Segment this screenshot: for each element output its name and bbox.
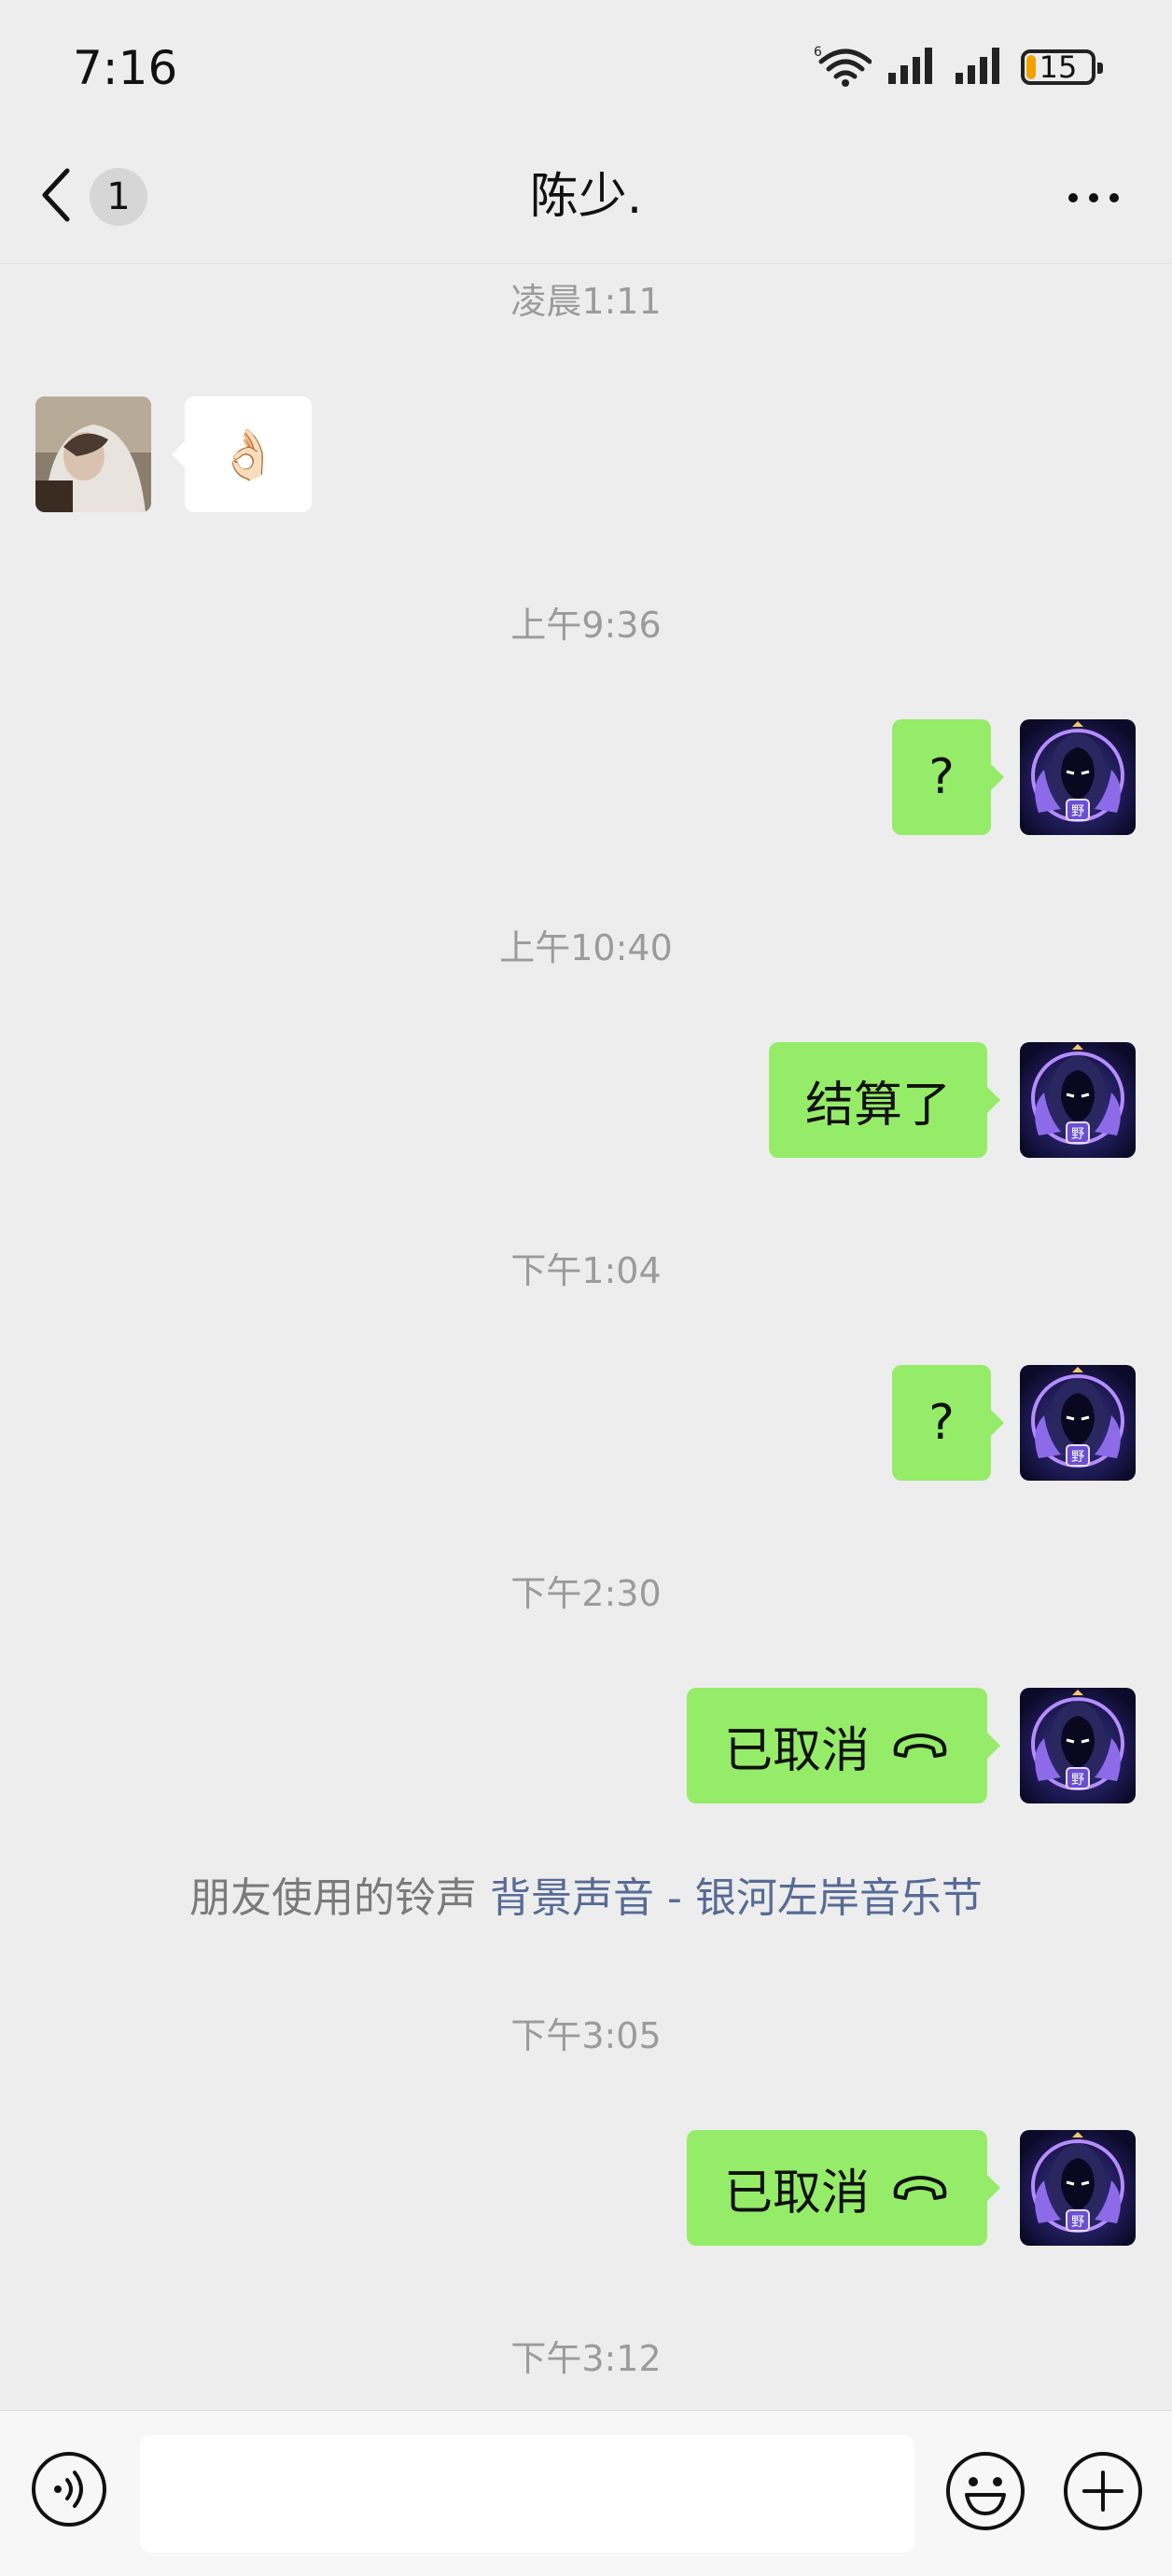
message-list[interactable]: 凌晨1:11 👌🏻 上午9:36 ? 上午10:40 结算了 下午1:04 ? … xyxy=(0,264,1172,2410)
plus-icon xyxy=(1064,2452,1142,2530)
emoji-icon xyxy=(946,2452,1025,2530)
battery-icon: 15 xyxy=(1021,49,1103,85)
timestamp: 上午10:40 xyxy=(499,927,673,968)
message-text: 已取消 xyxy=(723,1722,870,1779)
chat-header: 1 陈少. xyxy=(0,131,1172,264)
timestamp: 下午3:05 xyxy=(510,2015,662,2056)
chat-title: 陈少. xyxy=(529,169,643,225)
voice-icon xyxy=(32,2452,106,2527)
network-type-label: 6 xyxy=(814,45,822,60)
ringtone-link[interactable]: 背景声音 - 银河左岸音乐节 xyxy=(490,1874,983,1922)
my-message-bubble[interactable]: ? xyxy=(892,719,1004,835)
input-bar xyxy=(0,2410,1172,2576)
ringtone-notice: 朋友使用的铃声 背景声音 - 银河左岸音乐节 xyxy=(0,1871,1172,1927)
timestamp: 下午2:30 xyxy=(510,1573,662,1614)
battery-cap xyxy=(1097,63,1103,74)
my-avatar[interactable] xyxy=(1020,1365,1136,1481)
peer-avatar[interactable] xyxy=(35,397,151,512)
wifi-icon: 6 xyxy=(814,43,872,91)
more-button[interactable] xyxy=(1064,168,1123,228)
my-avatar[interactable] xyxy=(1020,1688,1136,1803)
status-icons: 6 15 xyxy=(814,39,1103,95)
timestamp: 凌晨1:11 xyxy=(510,281,662,322)
my-avatar[interactable] xyxy=(1020,719,1136,835)
more-icon xyxy=(1068,193,1119,202)
timestamp: 下午3:12 xyxy=(510,2338,662,2379)
message-text: ? xyxy=(928,749,955,805)
battery-text: 15 xyxy=(1039,49,1078,85)
peer-message-bubble[interactable]: 👌🏻 xyxy=(172,397,312,512)
message-input[interactable] xyxy=(140,2435,914,2553)
signal-icon xyxy=(886,45,939,90)
message-text: ? xyxy=(928,1395,955,1451)
status-time: 7:16 xyxy=(73,41,178,95)
voice-input-button[interactable] xyxy=(30,2450,108,2528)
status-bar: 7:16 6 15 xyxy=(0,0,1172,131)
call-record-bubble[interactable]: 已取消 xyxy=(687,2130,1000,2246)
timestamp: 下午1:04 xyxy=(510,1250,662,1291)
my-avatar[interactable] xyxy=(1020,1042,1136,1158)
signal-icon-2 xyxy=(954,45,1006,90)
message-text: 👌🏻 xyxy=(217,426,279,483)
hangup-icon xyxy=(893,2176,947,2200)
my-message-bubble[interactable]: ? xyxy=(892,1365,1004,1481)
message-text: 已取消 xyxy=(723,2165,870,2221)
emoji-button[interactable] xyxy=(944,2450,1026,2532)
hangup-icon xyxy=(893,1734,947,1758)
my-avatar[interactable] xyxy=(1020,2130,1136,2246)
call-record-bubble[interactable]: 已取消 xyxy=(687,1688,1000,1803)
message-text: 结算了 xyxy=(804,1077,951,1134)
ringtone-prefix: 朋友使用的铃声 xyxy=(189,1874,478,1922)
more-functions-button[interactable] xyxy=(1062,2450,1144,2532)
timestamp: 上午9:36 xyxy=(510,605,662,646)
my-message-bubble[interactable]: 结算了 xyxy=(769,1042,1000,1158)
